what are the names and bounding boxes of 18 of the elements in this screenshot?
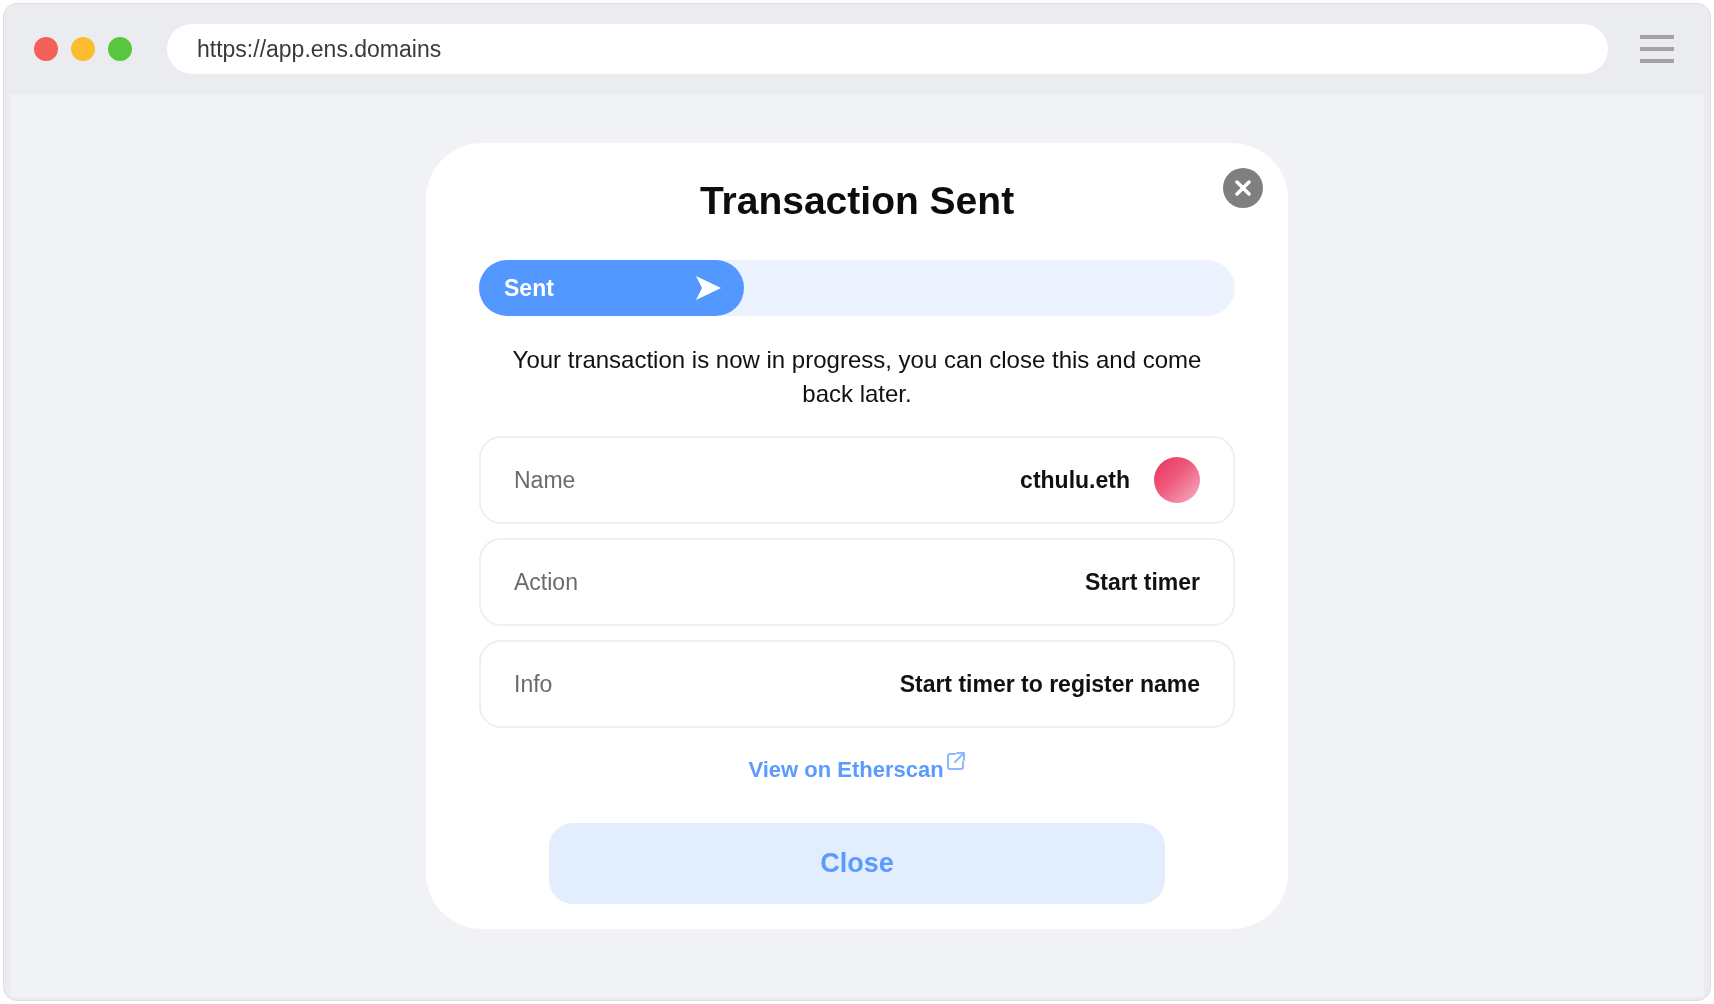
send-arrow-icon — [694, 275, 722, 301]
menu-icon[interactable] — [1640, 35, 1674, 63]
progress-label: Sent — [504, 273, 554, 303]
detail-value: Start timer to register name — [899, 669, 1200, 699]
etherscan-link[interactable]: View on Etherscan — [748, 755, 966, 785]
detail-label: Name — [514, 465, 576, 495]
status-message: Your transaction is now in progress, you can close this and come back later. — [511, 345, 1203, 409]
avatar-icon — [1154, 457, 1200, 503]
detail-label: Info — [514, 669, 553, 699]
address-field[interactable]: https://app.ens.domains — [167, 24, 1608, 74]
close-button[interactable] — [1223, 168, 1263, 208]
detail-label: Action — [514, 567, 578, 597]
close-dialog-button[interactable]: Close — [549, 823, 1165, 904]
dialog-title: Transaction Sent — [699, 179, 1015, 223]
external-link-icon — [945, 751, 966, 771]
close-icon — [1235, 180, 1251, 196]
detail-value: cthulu.eth — [1020, 465, 1130, 495]
detail-value: Start timer — [1084, 567, 1200, 597]
